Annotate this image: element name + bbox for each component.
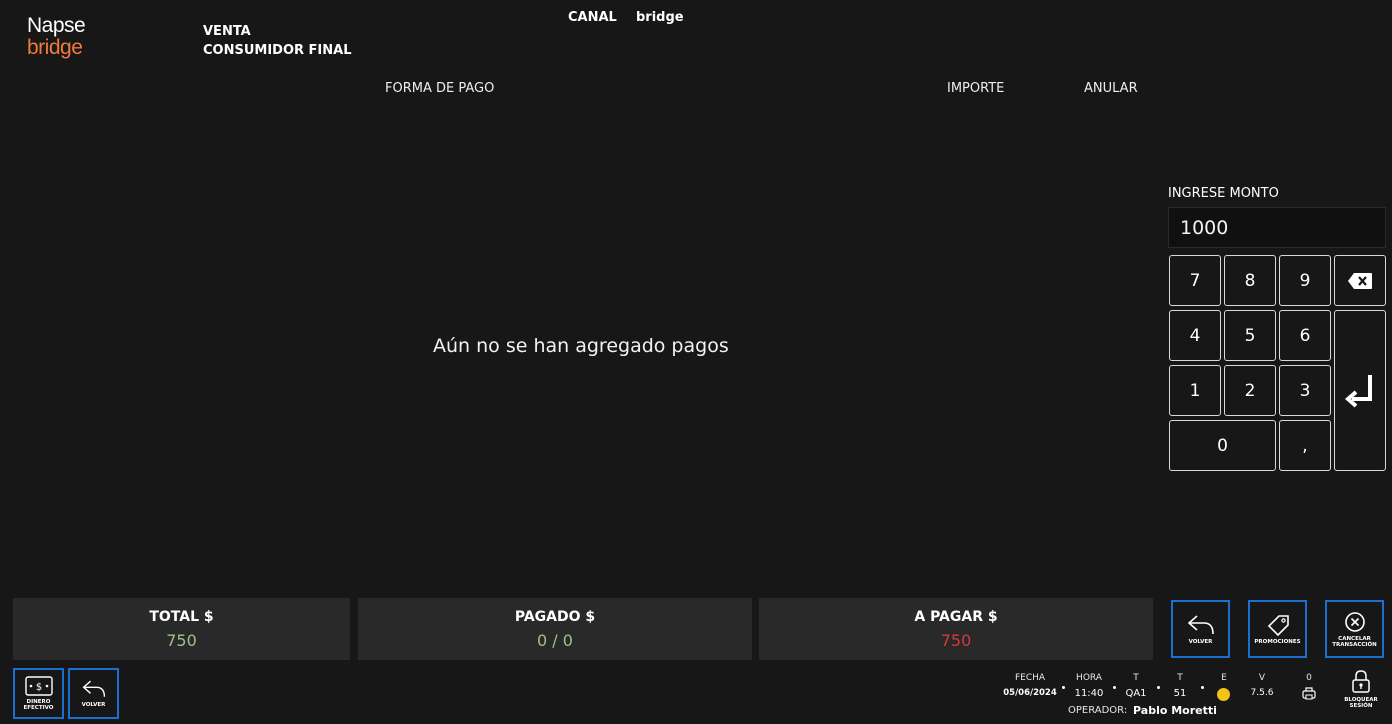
backspace-icon xyxy=(1348,272,1372,289)
operador-label: OPERADOR: xyxy=(1068,705,1128,716)
fecha-label: FECHA xyxy=(1014,673,1046,683)
key-5[interactable]: 5 xyxy=(1224,310,1276,361)
undo-arrow-icon xyxy=(82,680,105,697)
undo-arrow-icon xyxy=(1187,614,1214,634)
hora-label: HORA xyxy=(1076,673,1102,683)
pagado-label: PAGADO $ xyxy=(514,608,596,625)
a-pagar-panel: A PAGAR $ 750 xyxy=(759,598,1153,660)
column-anular: ANULAR xyxy=(1084,81,1138,96)
bloquear-sesion-button[interactable]: BLOQUEAR SESIÓN xyxy=(1336,670,1386,720)
svg-text:$: $ xyxy=(35,682,41,693)
fecha-value: 05/06/2024 xyxy=(1003,688,1057,698)
key-7[interactable]: 7 xyxy=(1169,255,1221,306)
lock-icon xyxy=(1352,670,1370,693)
separator-dot xyxy=(1157,686,1160,689)
cancel-circle-icon xyxy=(1344,611,1365,632)
customer-name: CONSUMIDOR FINAL xyxy=(203,43,352,58)
pagado-value: 0 / 0 xyxy=(537,630,573,650)
column-forma-de-pago: FORMA DE PAGO xyxy=(385,81,495,96)
cancelar-transaccion-button[interactable]: CANCELAR TRANSACCIÓN xyxy=(1325,600,1384,658)
key-2[interactable]: 2 xyxy=(1224,365,1276,416)
estado-label: E xyxy=(1221,673,1227,683)
brand-name-bridge: bridge xyxy=(27,36,83,59)
cancelar-label-line1: CANCELAR xyxy=(1338,635,1371,642)
separator-dot xyxy=(1113,686,1116,689)
key-backspace[interactable] xyxy=(1334,255,1386,306)
terminal-value: QA1 xyxy=(1125,688,1147,699)
version-value: 7.5.6 xyxy=(1250,688,1274,698)
total-value: 750 xyxy=(166,630,197,650)
pagado-panel: PAGADO $ 0 / 0 xyxy=(358,598,752,660)
total-panel: TOTAL $ 750 xyxy=(13,598,350,660)
cancelar-label-line2: TRANSACCIÓN xyxy=(1332,641,1377,648)
key-8[interactable]: 8 xyxy=(1224,255,1276,306)
dinero-efectivo-button[interactable]: $ DINERO EFECTIVO xyxy=(13,668,64,719)
key-9[interactable]: 9 xyxy=(1279,255,1331,306)
dinero-label-line2: EFECTIVO xyxy=(23,705,54,711)
turno-value: 51 xyxy=(1173,688,1187,699)
pending-count: 0 xyxy=(1306,673,1312,683)
amount-input[interactable] xyxy=(1168,207,1386,248)
bloquear-label-line2: SESIÓN xyxy=(1349,703,1373,709)
tag-icon xyxy=(1267,614,1289,636)
terminal-label: T xyxy=(1133,673,1139,683)
a-pagar-value: 750 xyxy=(940,630,972,650)
separator-dot xyxy=(1062,686,1065,689)
sale-type: VENTA xyxy=(203,24,251,39)
footer-volver-button[interactable]: VOLVER xyxy=(68,668,119,719)
key-comma[interactable]: , xyxy=(1279,420,1331,471)
promociones-button[interactable]: PROMOCIONES xyxy=(1248,600,1307,658)
total-label: TOTAL $ xyxy=(149,608,214,625)
key-0[interactable]: 0 xyxy=(1169,420,1276,471)
brand-name-napse: Napse xyxy=(27,14,86,37)
operador-name: Pablo Moretti xyxy=(1133,704,1217,717)
volver-button-label: VOLVER xyxy=(1188,638,1213,645)
key-enter[interactable] xyxy=(1334,310,1386,471)
empty-payments-message: Aún no se han agregado pagos xyxy=(433,335,729,357)
enter-return-icon xyxy=(1344,374,1372,408)
key-4[interactable]: 4 xyxy=(1169,310,1221,361)
a-pagar-label: A PAGAR $ xyxy=(914,608,998,625)
volver-button[interactable]: VOLVER xyxy=(1171,600,1230,658)
key-6[interactable]: 6 xyxy=(1279,310,1331,361)
promociones-button-label: PROMOCIONES xyxy=(1254,638,1301,645)
cash-icon: $ xyxy=(24,676,53,696)
column-importe: IMPORTE xyxy=(947,81,1005,96)
canal-label: CANAL xyxy=(568,10,617,25)
amount-label: INGRESE MONTO xyxy=(1168,186,1279,201)
key-1[interactable]: 1 xyxy=(1169,365,1221,416)
separator-dot xyxy=(1201,686,1204,689)
footer-volver-label: VOLVER xyxy=(81,702,106,708)
canal-value: bridge xyxy=(636,10,684,25)
status-indicator-icon xyxy=(1217,688,1230,701)
printer-icon xyxy=(1302,687,1316,700)
hora-value: 11:40 xyxy=(1074,688,1104,699)
version-label: V xyxy=(1258,673,1266,683)
turno-label: T xyxy=(1177,673,1183,683)
key-3[interactable]: 3 xyxy=(1279,365,1331,416)
